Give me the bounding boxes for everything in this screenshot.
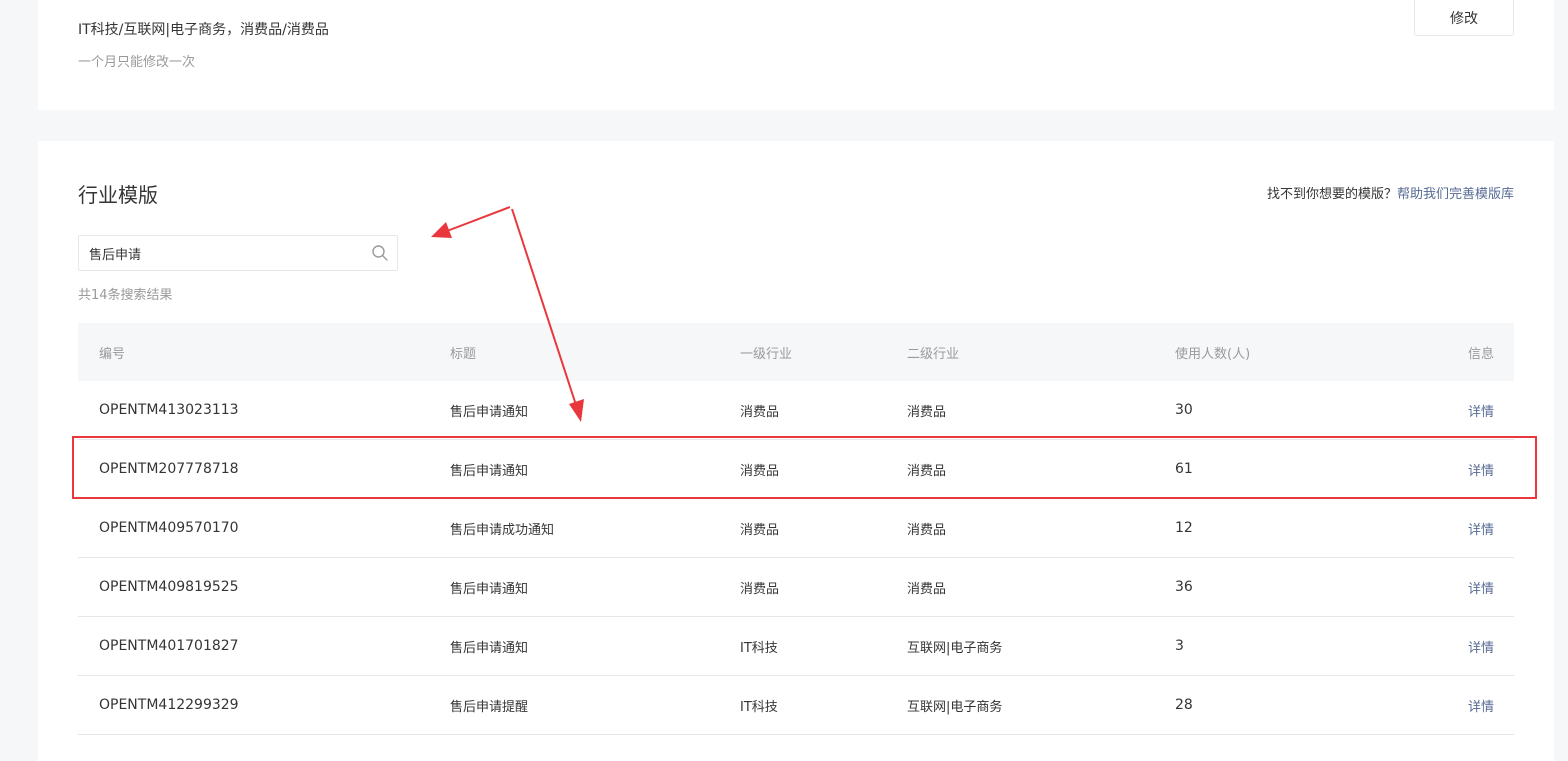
col-header-title: 标题 xyxy=(450,346,477,362)
templates-table: 编号 标题 一级行业 二级行业 使用人数(人) 信息 OPENTM4130231… xyxy=(78,323,1514,735)
search-input[interactable] xyxy=(89,236,359,270)
cell-users: 30 xyxy=(1175,402,1193,418)
cell-id: OPENTM413023113 xyxy=(99,402,239,418)
cell-level1: 消费品 xyxy=(740,522,780,538)
col-header-users: 使用人数(人) xyxy=(1175,346,1251,362)
cell-id: OPENTM409570170 xyxy=(99,520,239,536)
cell-level2: 消费品 xyxy=(907,581,947,597)
cell-level1: 消费品 xyxy=(740,404,780,420)
detail-link[interactable]: 详情 xyxy=(1468,558,1494,616)
col-header-level1: 一级行业 xyxy=(740,346,793,362)
table-row: OPENTM207778718 售后申请通知 消费品 消费品 61 详情 xyxy=(78,440,1514,499)
section-title: 行业模版 xyxy=(78,183,158,207)
cell-level2: 消费品 xyxy=(907,463,947,479)
table-row: OPENTM413023113 售后申请通知 消费品 消费品 30 详情 xyxy=(78,381,1514,440)
table-row: OPENTM409570170 售后申请成功通知 消费品 消费品 12 详情 xyxy=(78,499,1514,558)
cell-users: 61 xyxy=(1175,461,1193,477)
cell-title: 售后申请通知 xyxy=(450,581,529,597)
cell-title: 售后申请提醒 xyxy=(450,699,529,715)
industry-hint: 一个月只能修改一次 xyxy=(78,55,196,70)
cell-id: OPENTM412299329 xyxy=(99,697,239,713)
edit-industry-button[interactable]: 修改 xyxy=(1414,0,1514,36)
table-header: 编号 标题 一级行业 二级行业 使用人数(人) 信息 xyxy=(78,323,1514,381)
industry-card: IT科技/互联网|电子商务，消费品/消费品 一个月只能修改一次 修改 xyxy=(38,0,1554,110)
help-prefix: 找不到你想要的模版？ xyxy=(1266,187,1397,202)
col-header-level2: 二级行业 xyxy=(907,346,960,362)
industry-value: IT科技/互联网|电子商务，消费品/消费品 xyxy=(78,22,329,38)
cell-id: OPENTM207778718 xyxy=(99,461,239,477)
cell-id: OPENTM401701827 xyxy=(99,638,239,654)
cell-id: OPENTM409819525 xyxy=(99,579,239,595)
cell-users: 3 xyxy=(1175,638,1184,654)
table-row: OPENTM412299329 售后申请提醒 IT科技 互联网|电子商务 28 … xyxy=(78,676,1514,735)
cell-level1: 消费品 xyxy=(740,581,780,597)
search-box xyxy=(78,235,398,271)
help-text: 找不到你想要的模版？帮助我们完善模版库 xyxy=(1267,183,1514,202)
col-header-info: 信息 xyxy=(1467,346,1494,362)
cell-level1: 消费品 xyxy=(740,463,780,479)
cell-level2: 互联网|电子商务 xyxy=(907,640,1003,656)
detail-link[interactable]: 详情 xyxy=(1468,499,1494,557)
cell-title: 售后申请通知 xyxy=(450,404,529,420)
cell-level1: IT科技 xyxy=(740,699,778,715)
cell-level2: 消费品 xyxy=(907,404,947,420)
col-header-id: 编号 xyxy=(99,346,126,362)
detail-link[interactable]: 详情 xyxy=(1468,676,1494,734)
table-row: OPENTM409819525 售后申请通知 消费品 消费品 36 详情 xyxy=(78,558,1514,617)
cell-users: 12 xyxy=(1175,520,1193,536)
detail-link[interactable]: 详情 xyxy=(1468,381,1494,439)
cell-level2: 互联网|电子商务 xyxy=(907,699,1003,715)
cell-level2: 消费品 xyxy=(907,522,947,538)
help-link[interactable]: 帮助我们完善模版库 xyxy=(1397,187,1514,202)
cell-title: 售后申请成功通知 xyxy=(450,522,555,538)
table-row: OPENTM401701827 售后申请通知 IT科技 互联网|电子商务 3 详… xyxy=(78,617,1514,676)
cell-users: 28 xyxy=(1175,697,1193,713)
detail-link[interactable]: 详情 xyxy=(1468,617,1494,675)
cell-title: 售后申请通知 xyxy=(450,640,529,656)
cell-users: 36 xyxy=(1175,579,1193,595)
result-count: 共14条搜索结果 xyxy=(78,288,173,303)
industry-templates-card: 行业模版 找不到你想要的模版？帮助我们完善模版库 共14条搜索结果 编号 标题 … xyxy=(38,141,1554,761)
search-icon[interactable] xyxy=(371,244,389,262)
cell-title: 售后申请通知 xyxy=(450,463,529,479)
detail-link[interactable]: 详情 xyxy=(1468,440,1494,498)
cell-level1: IT科技 xyxy=(740,640,778,656)
